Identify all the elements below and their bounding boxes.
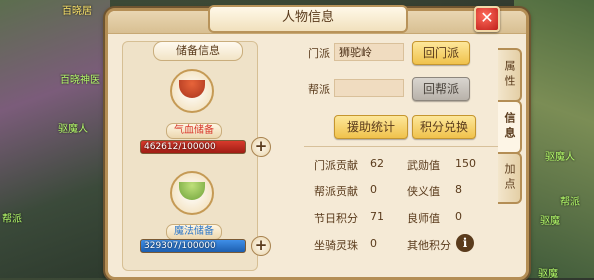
stat-label: 良师值: [407, 212, 440, 225]
mp-add-button[interactable]: +: [251, 236, 271, 256]
stat-value: 0: [370, 237, 377, 250]
hp-storage-bar: 462612/100000: [140, 140, 246, 154]
stat-label: 武勋值: [407, 159, 440, 172]
stat-value: 62: [370, 157, 384, 170]
stat-value: 150: [455, 157, 476, 170]
tab-add-points[interactable]: 加点: [498, 152, 522, 204]
return-sect-button[interactable]: 回门派: [412, 41, 470, 65]
stat-label: 帮派贡献: [314, 185, 358, 198]
npc-name[interactable]: 驱魔人: [545, 148, 575, 163]
guild-label: 帮派: [308, 83, 330, 96]
mp-storage-value: 329307/100000: [144, 241, 216, 251]
close-icon[interactable]: ✕: [474, 6, 500, 32]
npc-name[interactable]: 帮派: [2, 210, 22, 225]
stat-value: 71: [370, 210, 384, 223]
stat-label: 节日积分: [314, 212, 358, 225]
mp-storage-bar: 329307/100000: [140, 239, 246, 253]
stat-label: 侠义值: [407, 185, 440, 198]
stat-value: 8: [455, 183, 462, 196]
hp-storage-label: 气血储备: [166, 123, 222, 139]
stat-value: 0: [455, 210, 462, 223]
hp-storage-value: 462612/100000: [144, 142, 216, 152]
npc-name[interactable]: 驱魔人: [58, 120, 88, 135]
red-soup-bowl-icon: [170, 69, 214, 113]
tab-attributes[interactable]: 属性: [498, 48, 522, 102]
npc-name[interactable]: 帮派: [560, 193, 580, 208]
guild-value: [334, 79, 404, 97]
tab-info[interactable]: 信息: [498, 100, 522, 154]
divider: [304, 146, 504, 147]
points-exchange-button[interactable]: 积分兑换: [412, 115, 476, 139]
help-stats-button[interactable]: 援助统计: [334, 115, 408, 139]
mp-storage-label: 魔法储备: [166, 224, 222, 240]
npc-name[interactable]: 驱魔: [540, 212, 560, 227]
stat-label: 坐骑灵珠: [314, 239, 358, 252]
window-title: 人物信息: [208, 5, 408, 33]
sect-label: 门派: [308, 47, 330, 60]
character-info-panel: 人物信息 储备信息 气血储备 462612/100000 + 魔法储备 3293…: [105, 5, 529, 280]
green-soup-bowl-icon: [170, 171, 214, 215]
storage-title: 储备信息: [153, 41, 243, 61]
sect-value: 狮驼岭: [334, 43, 404, 61]
stat-label: 其他积分: [407, 239, 451, 252]
npc-name[interactable]: 百晓居: [62, 2, 92, 17]
game-scene-left: [0, 0, 110, 278]
stat-label: 门派贡献: [314, 159, 358, 172]
npc-name[interactable]: 百晓神医: [60, 71, 100, 86]
info-icon[interactable]: i: [456, 234, 474, 252]
stat-value: 0: [370, 183, 377, 196]
hp-add-button[interactable]: +: [251, 137, 271, 157]
return-guild-button[interactable]: 回帮派: [412, 77, 470, 101]
